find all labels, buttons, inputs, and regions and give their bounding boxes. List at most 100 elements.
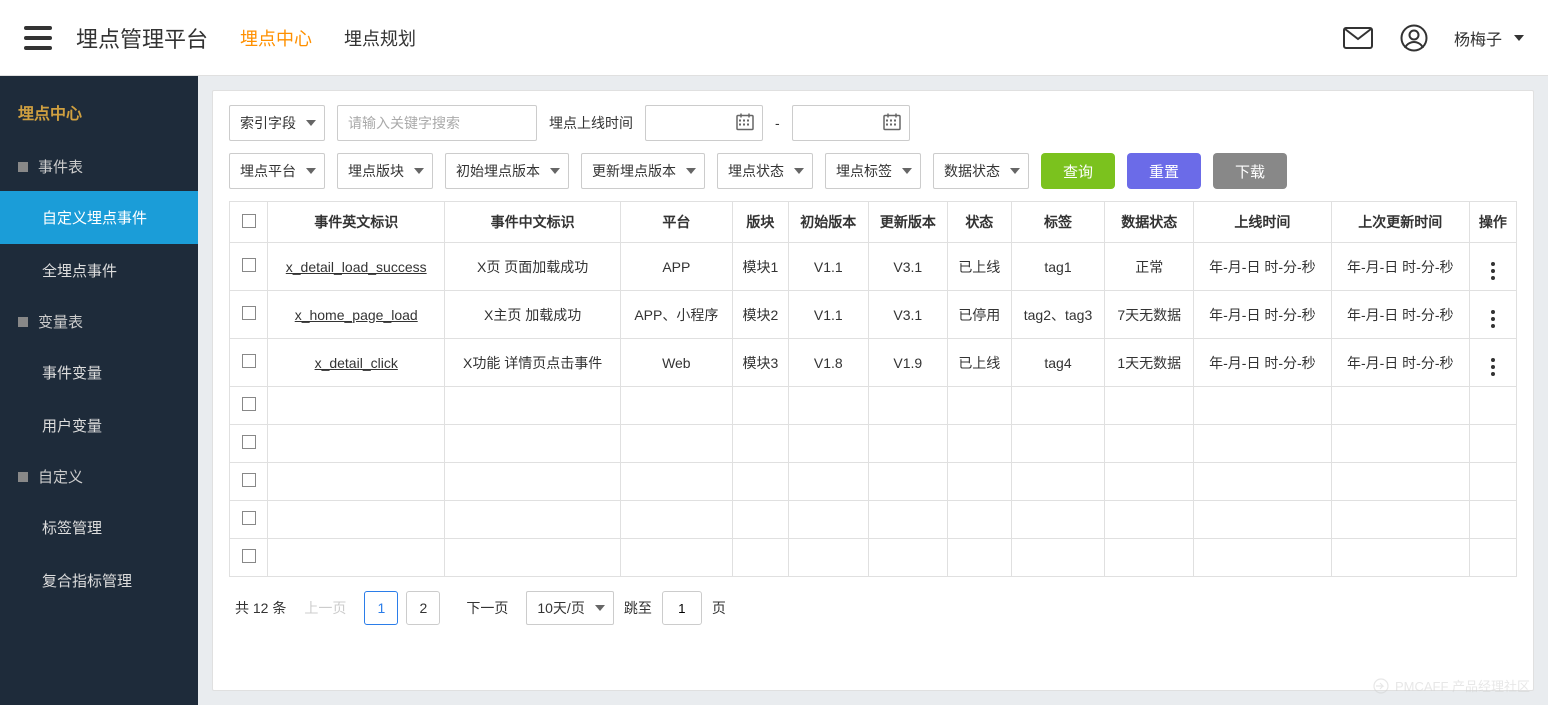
chevron-down-icon — [306, 168, 316, 174]
cell-init-v: V1.8 — [789, 339, 869, 387]
table-row-empty — [230, 501, 1517, 539]
jump-input[interactable] — [662, 591, 702, 625]
cell-upd-v: V3.1 — [868, 291, 948, 339]
cell-init-v: V1.1 — [789, 243, 869, 291]
cell-module: 模块1 — [732, 243, 788, 291]
column-header: 上次更新时间 — [1331, 202, 1469, 243]
cell-status: 已上线 — [948, 243, 1011, 291]
sidebar-group-label: 事件表 — [38, 156, 83, 177]
user-avatar-icon[interactable] — [1398, 22, 1430, 54]
cell-status: 已上线 — [948, 339, 1011, 387]
row-more-icon[interactable] — [1491, 310, 1495, 328]
row-more-icon[interactable] — [1491, 358, 1495, 376]
user-name: 杨梅子 — [1454, 26, 1502, 50]
chevron-down-icon — [414, 168, 424, 174]
row-checkbox[interactable] — [242, 473, 256, 487]
cell-upd-v: V3.1 — [868, 243, 948, 291]
sidebar-item[interactable]: 用户变量 — [0, 399, 198, 452]
sidebar: 埋点中心 事件表自定义埋点事件全埋点事件变量表事件变量用户变量自定义标签管理复合… — [0, 76, 198, 705]
bullet-icon — [18, 317, 28, 327]
next-page-button[interactable]: 下一页 — [458, 591, 516, 625]
query-button[interactable]: 查询 — [1041, 153, 1115, 189]
hamburger-menu-icon[interactable] — [24, 26, 52, 50]
dd-init-version[interactable]: 初始埋点版本 — [445, 153, 569, 189]
row-checkbox[interactable] — [242, 354, 256, 368]
total-label: 共 12 条 — [235, 598, 286, 618]
download-button[interactable]: 下载 — [1213, 153, 1287, 189]
table-row-empty — [230, 463, 1517, 501]
dd-data-status[interactable]: 数据状态 — [933, 153, 1029, 189]
dd-platform[interactable]: 埋点平台 — [229, 153, 325, 189]
chevron-down-icon — [686, 168, 696, 174]
cell-cn: X功能 详情页点击事件 — [445, 339, 621, 387]
calendar-icon — [883, 113, 901, 134]
watermark: PMCAFF 产品经理社区 — [1373, 676, 1530, 695]
row-checkbox[interactable] — [242, 549, 256, 563]
sidebar-group-label: 自定义 — [38, 466, 83, 487]
row-more-icon[interactable] — [1491, 262, 1495, 280]
dd-index-field[interactable]: 索引字段 — [229, 105, 325, 141]
cell-cn: X主页 加载成功 — [445, 291, 621, 339]
row-checkbox[interactable] — [242, 435, 256, 449]
sidebar-group-label: 变量表 — [38, 311, 83, 332]
reset-button[interactable]: 重置 — [1127, 153, 1201, 189]
sidebar-item[interactable]: 标签管理 — [0, 501, 198, 554]
cell-upd-v: V1.9 — [868, 339, 948, 387]
date-sep: - — [775, 115, 780, 131]
page-number-button[interactable]: 1 — [364, 591, 398, 625]
event-en-link[interactable]: x_home_page_load — [295, 307, 418, 323]
event-en-link[interactable]: x_detail_load_success — [286, 259, 427, 275]
cell-platform: Web — [620, 339, 732, 387]
table-row: x_detail_load_successX页 页面加载成功APP模块1V1.1… — [230, 243, 1517, 291]
cell-data-status: 正常 — [1105, 243, 1194, 291]
dd-module[interactable]: 埋点版块 — [337, 153, 433, 189]
table-row: x_home_page_loadX主页 加载成功APP、小程序模块2V1.1V3… — [230, 291, 1517, 339]
prev-page-button[interactable]: 上一页 — [296, 591, 354, 625]
cell-data-status: 1天无数据 — [1105, 339, 1194, 387]
cell-update-t: 年-月-日 时-分-秒 — [1331, 339, 1469, 387]
jump-label: 跳至 — [624, 598, 652, 618]
column-header: 标签 — [1011, 202, 1105, 243]
cell-init-v: V1.1 — [789, 291, 869, 339]
user-menu[interactable]: 杨梅子 — [1454, 26, 1524, 50]
dd-tag[interactable]: 埋点标签 — [825, 153, 921, 189]
app-title: 埋点管理平台 — [76, 22, 208, 54]
bullet-icon — [18, 162, 28, 172]
chevron-down-icon — [595, 605, 605, 611]
table-row-empty — [230, 387, 1517, 425]
chevron-down-icon — [794, 168, 804, 174]
dd-status[interactable]: 埋点状态 — [717, 153, 813, 189]
date-to[interactable] — [792, 105, 910, 141]
row-checkbox[interactable] — [242, 306, 256, 320]
cell-tag: tag2、tag3 — [1011, 291, 1105, 339]
sidebar-item[interactable]: 事件变量 — [0, 346, 198, 399]
sidebar-title: 埋点中心 — [0, 82, 198, 142]
checkbox-all[interactable] — [242, 214, 256, 228]
nav-tab-center[interactable]: 埋点中心 — [240, 25, 312, 51]
date-from[interactable] — [645, 105, 763, 141]
row-checkbox[interactable] — [242, 511, 256, 525]
column-header: 平台 — [620, 202, 732, 243]
per-page-select[interactable]: 10天/页 — [526, 591, 613, 625]
sidebar-item[interactable]: 复合指标管理 — [0, 554, 198, 607]
sidebar-group: 事件表 — [0, 142, 198, 191]
search-input[interactable] — [337, 105, 537, 141]
cell-online-t: 年-月-日 时-分-秒 — [1194, 243, 1332, 291]
sidebar-item[interactable]: 全埋点事件 — [0, 244, 198, 297]
header: 埋点管理平台 埋点中心 埋点规划 杨梅子 — [0, 0, 1548, 76]
nav-tab-plan[interactable]: 埋点规划 — [344, 25, 416, 51]
page-number-button[interactable]: 2 — [406, 591, 440, 625]
mail-icon[interactable] — [1342, 22, 1374, 54]
sidebar-item[interactable]: 自定义埋点事件 — [0, 191, 198, 244]
table-row-empty — [230, 539, 1517, 577]
row-checkbox[interactable] — [242, 258, 256, 272]
dd-update-version[interactable]: 更新埋点版本 — [581, 153, 705, 189]
sidebar-group: 自定义 — [0, 452, 198, 501]
cell-platform: APP、小程序 — [620, 291, 732, 339]
cell-data-status: 7天无数据 — [1105, 291, 1194, 339]
pagination: 共 12 条 上一页 12 下一页 10天/页 跳至 页 — [229, 577, 1517, 625]
row-checkbox[interactable] — [242, 397, 256, 411]
column-header: 上线时间 — [1194, 202, 1332, 243]
event-en-link[interactable]: x_detail_click — [315, 355, 398, 371]
cell-tag: tag1 — [1011, 243, 1105, 291]
